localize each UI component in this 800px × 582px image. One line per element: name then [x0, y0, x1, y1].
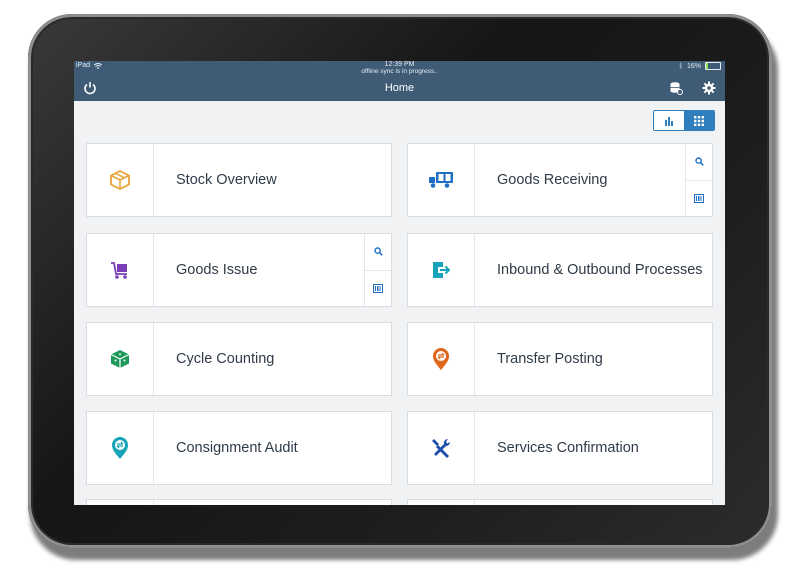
tile-label: Transfer Posting	[497, 351, 603, 367]
tile-stock-overview[interactable]: Stock Overview	[86, 143, 392, 217]
tile-search-button[interactable]	[365, 234, 391, 271]
tile-icon-cell	[408, 323, 475, 395]
cart-icon	[111, 262, 127, 279]
battery-percent: 16%	[686, 62, 701, 70]
tile-search-button[interactable]	[686, 144, 712, 181]
delivery-truck-icon	[429, 172, 453, 188]
tile-actions	[364, 234, 391, 306]
status-bar: iPad 12:39 PM offline sync is in progres…	[74, 61, 725, 75]
tile-icon-cell	[87, 412, 154, 484]
tile-icon-cell	[408, 234, 475, 306]
chart-view-button[interactable]	[654, 111, 684, 130]
battery-icon	[705, 62, 721, 70]
view-toggle	[653, 110, 715, 131]
tile-icon-cell	[87, 234, 154, 306]
tile-label: Consignment Audit	[176, 440, 298, 456]
tile-icon-cell	[408, 412, 475, 484]
barcode-icon	[373, 283, 383, 293]
search-icon	[694, 157, 704, 167]
bluetooth-icon: ᛒ	[678, 62, 683, 70]
grid-view-button[interactable]	[684, 111, 714, 130]
gear-icon[interactable]	[702, 81, 716, 95]
tile-partial	[407, 499, 713, 505]
tile-label: Inbound & Outbound Processes	[497, 262, 703, 278]
tile-inbound-outbound[interactable]: Inbound & Outbound Processes	[407, 233, 713, 307]
sync-status: offline sync is in progress..	[361, 68, 438, 75]
nav-bar: Home	[74, 75, 725, 101]
barcode-icon	[694, 193, 704, 203]
tile-label: Cycle Counting	[176, 351, 275, 367]
bar-chart-icon	[665, 116, 673, 126]
tile-consignment-audit[interactable]: Consignment Audit	[86, 411, 392, 485]
tile-label: Stock Overview	[176, 172, 277, 188]
page-title: Home	[384, 82, 415, 94]
tile-icon-cell	[87, 323, 154, 395]
battery-fill	[706, 63, 709, 69]
cube-count-icon	[110, 350, 130, 368]
app-screen: iPad 12:39 PM offline sync is in progres…	[74, 61, 725, 505]
tile-goods-issue[interactable]: Goods Issue	[86, 233, 392, 307]
tile-icon-cell	[408, 144, 475, 216]
tile-partial	[86, 499, 392, 505]
transfer-pin-icon	[433, 348, 449, 370]
tile-label: Services Confirmation	[497, 440, 639, 456]
inbound-outbound-icon	[433, 262, 451, 278]
search-icon	[373, 247, 383, 257]
tile-services-confirmation[interactable]: Services Confirmation	[407, 411, 713, 485]
tile-label: Goods Receiving	[497, 172, 608, 188]
tile-transfer-posting[interactable]: Transfer Posting	[407, 322, 713, 396]
tile-icon-cell	[87, 144, 154, 216]
status-center: 12:39 PM offline sync is in progress..	[74, 61, 725, 75]
tile-cycle-counting[interactable]: Cycle Counting	[86, 322, 392, 396]
tile-actions	[685, 144, 712, 216]
tile-label: Goods Issue	[176, 262, 258, 278]
tile-goods-receiving[interactable]: Goods Receiving	[407, 143, 713, 217]
database-sync-icon[interactable]	[669, 81, 683, 95]
tools-icon	[432, 438, 450, 459]
box-icon	[110, 169, 130, 191]
clock: 12:39 PM	[384, 61, 415, 68]
grid-icon	[694, 115, 704, 126]
tile-scan-button[interactable]	[365, 271, 391, 307]
tile-scan-button[interactable]	[686, 181, 712, 217]
consignment-pin-icon	[112, 437, 128, 459]
